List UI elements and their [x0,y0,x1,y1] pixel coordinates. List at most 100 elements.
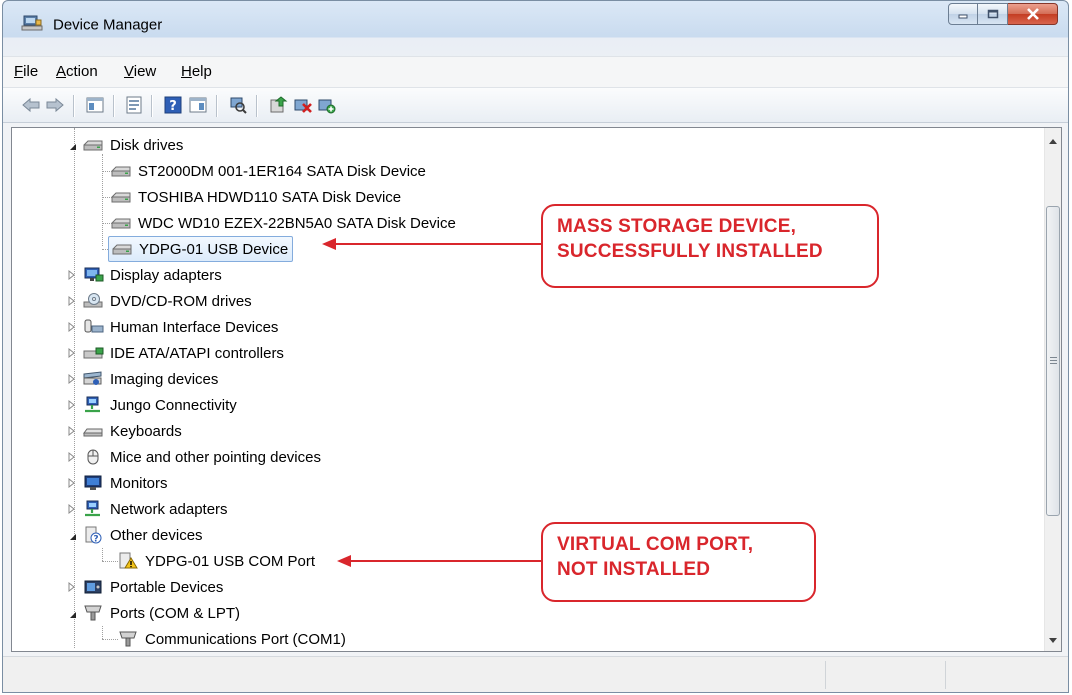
scroll-down-icon[interactable] [1048,635,1058,645]
menu-action-key: A [56,63,67,80]
tree-item-com-port-warning[interactable]: YDPG-01 USB COM Port [117,549,315,573]
expand-arrow-icon[interactable] [67,426,77,436]
close-icon [1026,8,1039,20]
tree-item-ide-controllers[interactable]: IDE ATA/ATAPI controllers [82,341,284,365]
status-cell [945,661,946,689]
tree-item-label: ST2000DM 001-1ER164 SATA Disk Device [138,162,426,180]
expand-arrow-icon[interactable] [67,504,77,514]
tree-item-display-adapters[interactable]: Display adapters [82,263,222,287]
display-adapter-icon [84,267,104,282]
disk-drive-icon [83,140,103,151]
tree-item-mice[interactable]: Mice and other pointing devices [82,445,321,469]
scroll-up-icon[interactable] [1048,137,1058,147]
disable-device-icon[interactable] [293,95,313,115]
tree-item-label: Monitors [110,474,168,492]
collapse-arrow-icon[interactable] [68,142,78,152]
tree-item-label: TOSHIBA HDWD110 SATA Disk Device [138,188,402,206]
toolbar-separator [256,95,257,117]
monitor-icon [84,475,102,490]
expand-arrow-icon[interactable] [67,452,77,462]
expand-arrow-icon[interactable] [67,478,77,488]
help-icon[interactable]: ? [163,95,183,115]
warning-device-icon [119,552,138,569]
minimize-button[interactable] [948,3,978,25]
tree-item-disk-1[interactable]: ST2000DM 001-1ER164 SATA Disk Device [110,159,426,183]
tree-item-other-devices[interactable]: ? Other devices [82,523,203,547]
menu-view[interactable]: View [124,63,156,80]
mouse-icon [87,449,99,465]
toolbar-separator [113,95,114,117]
network-adapter-icon [85,500,100,517]
callout-line-1: VIRTUAL COM PORT, [557,534,754,555]
annotation-arrow-line [335,243,541,245]
tree-item-disk-4-selected[interactable]: YDPG-01 USB Device [108,236,294,262]
tree-item-label: Keyboards [110,422,182,440]
tree-item-disk-drives[interactable]: Disk drives [82,133,183,157]
collapse-arrow-icon[interactable] [68,532,78,542]
status-bar [3,656,1068,692]
tree-connector [74,128,75,648]
expand-arrow-icon[interactable] [67,582,77,592]
tree-item-label: Mice and other pointing devices [110,448,321,466]
expand-arrow-icon[interactable] [67,400,77,410]
menu-file[interactable]: File [14,63,38,80]
minimize-icon [958,14,968,19]
maximize-icon [987,9,998,19]
tree-item-keyboards[interactable]: Keyboards [82,419,182,443]
scan-hardware-icon[interactable] [228,95,248,115]
tree-item-imaging-devices[interactable]: Imaging devices [82,367,218,391]
tree-item-hid[interactable]: Human Interface Devices [82,315,278,339]
disk-drive-icon [111,166,131,177]
menu-help[interactable]: Help [181,63,212,80]
tree-item-disk-2[interactable]: TOSHIBA HDWD110 SATA Disk Device [110,185,401,209]
menu-action[interactable]: Action [56,63,98,80]
tree-connector [102,561,118,562]
menu-file-rest: ile [23,63,39,80]
expand-arrow-icon[interactable] [67,322,77,332]
computer-management-icon [21,15,43,31]
action-pane-icon[interactable] [188,95,208,115]
scrollbar-grip [1050,357,1057,358]
status-cell [825,661,826,689]
tree-item-label: DVD/CD-ROM drives [110,292,252,310]
close-button[interactable] [1008,3,1058,25]
toolbar-separator [151,95,152,117]
expand-arrow-icon[interactable] [67,348,77,358]
tree-item-monitors[interactable]: Monitors [82,471,168,495]
update-driver-icon[interactable] [268,95,288,115]
tree-item-label: YDPG-01 USB COM Port [145,552,316,570]
menu-view-rest: iew [133,63,157,80]
tree-item-portable-devices[interactable]: Portable Devices [82,575,223,599]
expand-arrow-icon[interactable] [67,270,77,280]
properties-icon[interactable] [124,95,144,115]
dvd-drive-icon [83,293,103,308]
menu-bar: File Action View Help [3,56,1068,87]
annotation-arrow-line [350,560,541,562]
svg-text:?: ? [169,99,177,114]
tree-item-disk-3[interactable]: WDC WD10 EZEX-22BN5A0 SATA Disk Device [110,211,456,235]
expand-arrow-icon[interactable] [67,374,77,384]
tree-item-label: Communications Port (COM1) [145,630,346,648]
tree-connector [102,154,103,246]
forward-arrow-icon[interactable] [45,95,65,115]
title-bar: Device Manager [3,1,1068,37]
show-hide-console-tree-icon[interactable] [85,95,105,115]
uninstall-device-icon[interactable] [317,95,337,115]
tree-item-label: Jungo Connectivity [110,396,237,414]
device-tree: Disk drives ST2000DM 001-1ER164 SATA Dis… [11,127,1062,652]
svg-text:?: ? [93,535,98,545]
back-arrow-icon[interactable] [21,95,41,115]
tree-item-network-adapters[interactable]: Network adapters [82,497,228,521]
tree-item-label: Imaging devices [110,370,219,388]
toolbar-separator [216,95,217,117]
collapse-arrow-icon[interactable] [68,610,78,620]
expand-arrow-icon[interactable] [67,296,77,306]
tree-item-com1[interactable]: Communications Port (COM1) [117,627,346,651]
vertical-scrollbar[interactable] [1044,128,1061,651]
tree-item-jungo[interactable]: Jungo Connectivity [82,393,237,417]
tree-item-dvd-drives[interactable]: DVD/CD-ROM drives [82,289,252,313]
disk-drive-icon [111,192,131,203]
maximize-button[interactable] [978,3,1008,25]
scrollbar-thumb[interactable] [1046,206,1060,516]
tree-item-ports[interactable]: Ports (COM & LPT) [82,601,240,625]
